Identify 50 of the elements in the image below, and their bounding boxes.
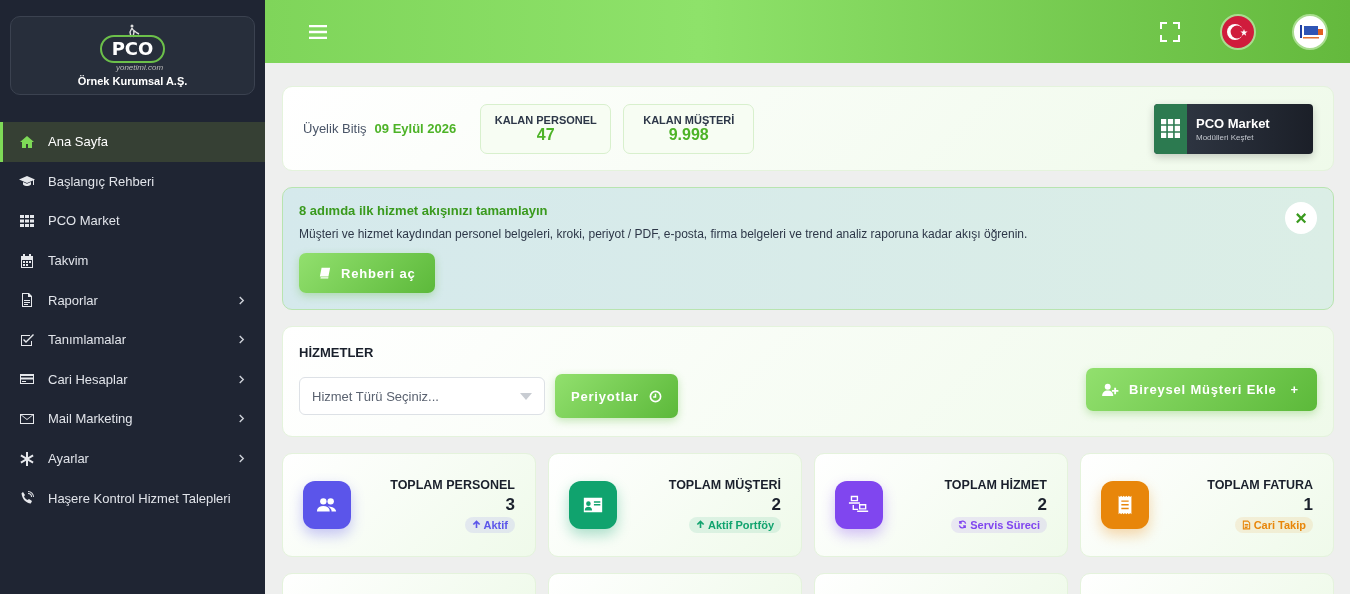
logo-domain: yonetimi.com — [115, 63, 164, 72]
user-avatar-icon[interactable] — [1292, 13, 1328, 50]
counter-value: 9.998 — [668, 125, 709, 144]
stat-value: 2 — [771, 494, 781, 515]
grid-icon — [19, 213, 35, 229]
status-badge: Servis Süreci — [951, 516, 1047, 533]
stat-label: TOPLAM PERSONEL — [390, 477, 515, 492]
sidebar-item[interactable]: Ana Sayfa — [0, 122, 265, 162]
clock-icon — [649, 389, 662, 403]
stat-value: 2 — [1037, 494, 1047, 515]
sidebar-item[interactable]: Mail Marketing — [0, 399, 265, 439]
stat-label: TOPLAM FATURA — [1207, 477, 1313, 492]
status-badge: Aktif — [464, 516, 515, 533]
calendar-icon — [19, 252, 35, 269]
sidebar-item[interactable]: Ayarlar — [0, 438, 265, 479]
user-plus-icon — [1102, 383, 1119, 396]
guide-text: Müşteri ve hizmet kaydından personel belgeleri, kroki, periyot / PDF, e-posta, firma belgeleri ve trend analiz raporuna kadar akışı öğrenin. — [299, 227, 1029, 241]
stat-label: TOPLAM MÜŞTERİ — [668, 477, 781, 492]
status-badge: Cari Takip — [1234, 516, 1313, 533]
close-button[interactable]: × — [1285, 202, 1317, 234]
dropdown-caret-icon — [520, 392, 532, 400]
sidebar-item[interactable]: Başlangıç Rehberi — [0, 161, 265, 202]
service-type-select[interactable]: Hizmet Türü Seçiniz... — [299, 377, 545, 415]
status-badge: Aktif Portföy — [689, 516, 781, 533]
sidebar-item[interactable]: Tanımlamalar — [0, 319, 265, 360]
guide-title: 8 adımda ilk hizmet akışınızı tamamlayın — [299, 203, 549, 218]
stat-label: TOPLAM HİZMET — [944, 477, 1047, 492]
document-icon — [19, 292, 35, 309]
stat-value: 1 — [1303, 494, 1313, 515]
grid-icon — [1161, 119, 1180, 138]
counter-label: KALAN PERSONEL — [494, 113, 597, 126]
checkbox-icon — [19, 331, 35, 348]
stat-value: 3 — [505, 494, 515, 515]
section-title: HİZMETLER — [299, 345, 375, 360]
market-button[interactable]: PCO Market Modülleri Keşfet — [1154, 103, 1313, 154]
sidebar-item[interactable]: Cari Hesaplar — [0, 359, 265, 400]
sidebar-item[interactable]: Raporlar — [0, 280, 265, 320]
membership-date: 09 Eylül 2026 — [374, 121, 457, 136]
company-name: Örnek Kurumsal A.Ş. — [77, 75, 188, 87]
sidebar-item[interactable]: Takvim — [0, 240, 265, 281]
flag-icon[interactable] — [1220, 13, 1256, 50]
sidebar-item[interactable]: PCO Market — [0, 201, 265, 241]
counter-label: KALAN MÜŞTERİ — [643, 113, 735, 126]
asterisk-icon — [19, 450, 35, 467]
counter-value: 47 — [536, 125, 555, 144]
book-icon — [319, 267, 331, 279]
home-icon — [19, 133, 35, 150]
sidebar-item[interactable]: Haşere Kontrol Hizmet Talepleri — [0, 478, 265, 518]
logo-text: PCO — [99, 35, 166, 63]
membership-label: Üyelik Bitiş — [303, 121, 367, 136]
